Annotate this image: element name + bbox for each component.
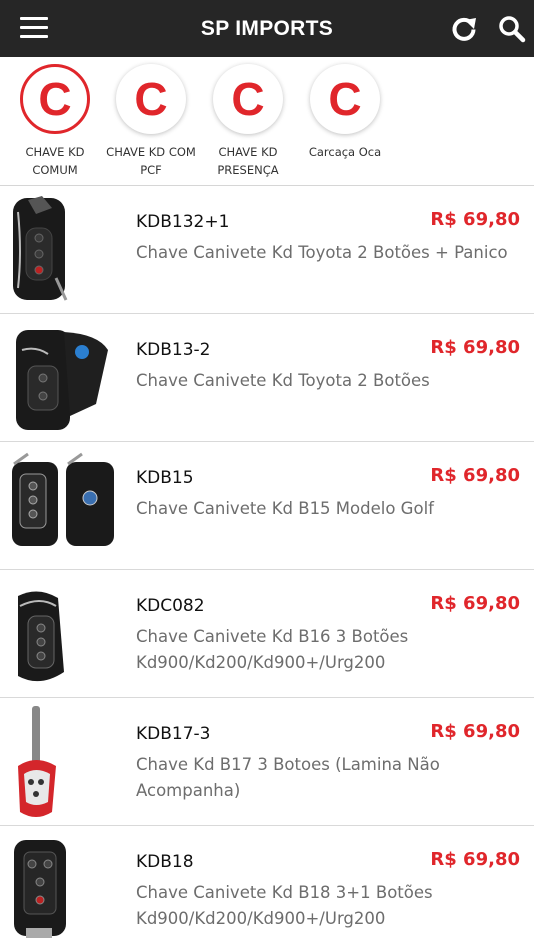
product-price: R$ 69,80 [430, 337, 520, 358]
product-image [8, 704, 120, 820]
product-image [8, 320, 120, 436]
product-description: Chave Kd B17 3 Botoes (Lamina Não Acompa… [136, 755, 440, 800]
product-code: KDB132+1 [136, 212, 230, 232]
product-code: KDB13-2 [136, 340, 211, 360]
category-icon: C [20, 64, 90, 134]
product-code: KDC082 [136, 596, 205, 616]
product-item[interactable]: KDB17-3 Chave Kd B17 3 Botoes (Lamina Nã… [0, 698, 534, 826]
category-icon: C [310, 64, 380, 134]
product-code: KDB18 [136, 852, 194, 872]
category-chave-kd-presenca[interactable]: C CHAVE KD PRESENÇA [199, 64, 297, 179]
product-image [8, 832, 120, 948]
product-price: R$ 69,80 [430, 465, 520, 486]
category-chave-kd-com-pcf[interactable]: C CHAVE KD COM PCF [102, 64, 200, 179]
category-icon: C [116, 64, 186, 134]
category-carcaca-oca[interactable]: C Carcaça Oca [296, 64, 394, 161]
product-code: KDB17-3 [136, 724, 211, 744]
product-image [8, 576, 120, 692]
product-image [8, 448, 120, 564]
product-image [8, 192, 120, 308]
search-icon[interactable] [497, 14, 527, 44]
product-price: R$ 69,80 [430, 209, 520, 230]
category-label: CHAVE KD COMUM [25, 145, 85, 177]
product-price: R$ 69,80 [430, 593, 520, 614]
product-description: Chave Canivete Kd B16 3 Botões Kd900/Kd2… [136, 627, 409, 672]
product-description: Chave Canivete Kd Toyota 2 Botões + Pani… [136, 243, 508, 262]
product-price: R$ 69,80 [430, 721, 520, 742]
product-item[interactable]: KDB15 Chave Canivete Kd B15 Modelo Golf … [0, 442, 534, 570]
product-list: KDB132+1 Chave Canivete Kd Toyota 2 Botõ… [0, 186, 534, 950]
product-item[interactable]: KDB13-2 Chave Canivete Kd Toyota 2 Botõe… [0, 314, 534, 442]
category-label: Carcaça Oca [308, 145, 382, 159]
category-bar: C CHAVE KD COMUM C CHAVE KD COM PCF C CH… [0, 57, 534, 186]
top-app-bar: SP IMPORTS [0, 0, 534, 57]
product-item[interactable]: KDB132+1 Chave Canivete Kd Toyota 2 Botõ… [0, 186, 534, 314]
category-icon: C [213, 64, 283, 134]
product-code: KDB15 [136, 468, 194, 488]
product-description: Chave Canivete Kd Toyota 2 Botões [136, 371, 430, 390]
category-label: CHAVE KD PRESENÇA [217, 145, 279, 177]
refresh-icon[interactable] [449, 14, 479, 44]
category-label: CHAVE KD COM PCF [106, 145, 196, 177]
product-description: Chave Canivete Kd B18 3+1 Botões Kd900/K… [136, 883, 433, 928]
product-price: R$ 69,80 [430, 849, 520, 870]
product-item[interactable]: KDB18 Chave Canivete Kd B18 3+1 Botões K… [0, 826, 534, 950]
product-description: Chave Canivete Kd B15 Modelo Golf [136, 499, 434, 518]
category-chave-kd-comum[interactable]: C CHAVE KD COMUM [6, 64, 104, 179]
product-item[interactable]: KDC082 Chave Canivete Kd B16 3 Botões Kd… [0, 570, 534, 698]
